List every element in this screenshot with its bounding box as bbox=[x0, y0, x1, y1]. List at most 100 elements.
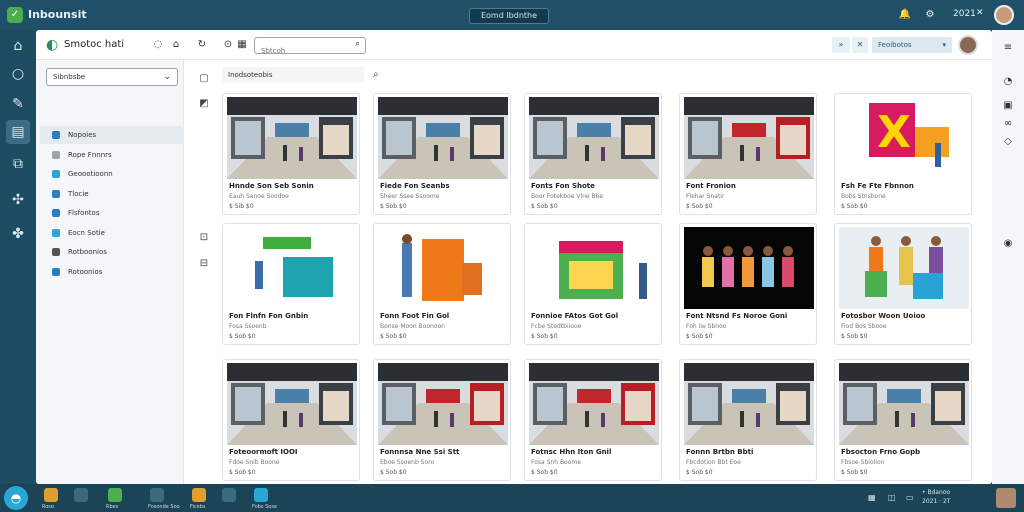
product-thumbnail[interactable] bbox=[684, 97, 814, 179]
sidebar-item[interactable]: Flsfontos bbox=[40, 204, 184, 222]
settings-icon[interactable]: ⚙ bbox=[922, 7, 938, 23]
product-card[interactable]: Fonnioe FAtos Got Gol Fcbe Stedtbiiooe $ S… bbox=[524, 223, 662, 345]
product-title[interactable]: Font Ntsnd Fs Noroe Goni bbox=[686, 312, 787, 320]
product-title[interactable]: Fbsocton Frno Gopb bbox=[841, 448, 920, 456]
sidebar-item[interactable]: Rotoonios bbox=[40, 263, 184, 281]
breadcrumb[interactable]: Inodsoteobis bbox=[222, 67, 364, 83]
product-title[interactable]: Fiede Fon Seanbs bbox=[380, 182, 450, 190]
product-card[interactable]: Font Ntsnd Fs Noroe Goni Foh Iie Sbnoo $ S… bbox=[679, 223, 817, 345]
product-thumbnail[interactable] bbox=[839, 227, 969, 309]
network-icon[interactable]: ✣ bbox=[6, 188, 30, 212]
product-card[interactable]: Fiede Fon Seanbs Sheer Ssee Ssoome $ Sob $… bbox=[373, 93, 511, 215]
product-title[interactable]: Fonnioe FAtos Got Gol bbox=[531, 312, 618, 320]
gauge-icon[interactable]: ◔ bbox=[1002, 76, 1014, 88]
search-icon[interactable]: ⌕ bbox=[355, 39, 360, 49]
close-panel-button[interactable]: ✕ bbox=[852, 37, 868, 53]
product-thumbnail[interactable]: X bbox=[839, 97, 969, 179]
product-card[interactable]: Fonnnsa Nne Ssi Stt Eboe Ssoenb Soro $ Sob… bbox=[373, 359, 511, 481]
product-thumbnail[interactable] bbox=[529, 97, 659, 179]
product-thumbnail[interactable] bbox=[684, 363, 814, 445]
help-icon[interactable]: ◉ bbox=[1002, 238, 1014, 250]
product-title[interactable]: Fon Flnfn Fon Gnbin bbox=[229, 312, 308, 320]
bookmark-icon[interactable]: ⌂ bbox=[170, 39, 182, 51]
taskbar-app-icon[interactable] bbox=[254, 488, 268, 502]
product-title[interactable]: Fonts Fon Shote bbox=[531, 182, 595, 190]
filter-select[interactable]: Feoibotos ▾ bbox=[872, 37, 952, 53]
tag-icon[interactable]: ◇ bbox=[1002, 136, 1014, 148]
circle-icon[interactable]: ○ bbox=[6, 62, 30, 86]
product-card[interactable]: X Fsh Fe Fte Fbnnon Bobs Stnsbone $ Sob $0 bbox=[834, 93, 972, 215]
product-title[interactable]: Fonnnsa Nne Ssi Stt bbox=[380, 448, 459, 456]
taskbar-app-icon[interactable] bbox=[150, 488, 164, 502]
product-thumbnail[interactable] bbox=[227, 97, 357, 179]
link-icon[interactable]: ∞ bbox=[1002, 118, 1014, 130]
home-icon[interactable]: ⌂ bbox=[6, 34, 30, 58]
taskbar-app-icon[interactable] bbox=[44, 488, 58, 502]
product-title[interactable]: Foteoormoft IOOI bbox=[229, 448, 298, 456]
image-icon[interactable]: ⊟ bbox=[198, 258, 210, 270]
search-input[interactable] bbox=[255, 43, 345, 59]
product-thumbnail[interactable] bbox=[529, 227, 659, 309]
product-card[interactable]: Foteoormoft IOOI Fdoe Snib Boone $ Sob $0 bbox=[222, 359, 360, 481]
product-title[interactable]: Fotnsc Hhn Iton Gnil bbox=[531, 448, 611, 456]
product-thumbnail[interactable] bbox=[684, 227, 814, 309]
grid-icon[interactable]: ▦ bbox=[236, 39, 248, 51]
product-card[interactable]: Font Fronion Flehar Snatir $ Sob $0 bbox=[679, 93, 817, 215]
avatar[interactable] bbox=[994, 5, 1014, 25]
layers-icon[interactable]: ⧉ bbox=[6, 152, 30, 176]
tray-battery-icon[interactable]: ▭ bbox=[906, 493, 914, 502]
product-thumbnail[interactable] bbox=[378, 363, 508, 445]
document-icon[interactable]: ▤ bbox=[6, 120, 30, 144]
tray-grid-icon[interactable]: ▦ bbox=[868, 493, 876, 502]
product-title[interactable]: Hnnde Son Seb Sonin bbox=[229, 182, 314, 190]
close-icon[interactable]: ✕ bbox=[976, 8, 984, 18]
product-thumbnail[interactable] bbox=[378, 227, 508, 309]
product-title[interactable]: Fonn Foot Fin Gol bbox=[380, 312, 449, 320]
product-title[interactable]: Font Fronion bbox=[686, 182, 736, 190]
page-icon[interactable]: ▢ bbox=[198, 73, 210, 85]
message-icon[interactable]: ▣ bbox=[1002, 100, 1014, 112]
product-card[interactable]: Fonts Fon Shote Boor Fotekboe Vlne Bbe $ S… bbox=[524, 93, 662, 215]
refresh-icon[interactable]: ◌ bbox=[152, 39, 164, 51]
taskbar-avatar[interactable] bbox=[996, 488, 1016, 508]
product-title[interactable]: Fsh Fe Fte Fbnnon bbox=[841, 182, 914, 190]
product-thumbnail[interactable] bbox=[529, 363, 659, 445]
sidebar-item[interactable]: Eocn Sotie bbox=[40, 224, 184, 242]
product-thumbnail[interactable] bbox=[227, 363, 357, 445]
taskbar-app-icon[interactable] bbox=[222, 488, 236, 502]
history-icon[interactable]: ↻ bbox=[196, 39, 208, 51]
sidebar-item[interactable]: Geoootioonn bbox=[40, 165, 184, 183]
product-thumbnail[interactable] bbox=[839, 363, 969, 445]
sidebar-dropdown[interactable]: Sibnbsbe ⌄ bbox=[46, 68, 178, 86]
taskbar-app-icon[interactable] bbox=[192, 488, 206, 502]
link-icon[interactable]: ⊙ bbox=[222, 39, 234, 51]
sidebar-item[interactable]: Rotboonios bbox=[40, 243, 184, 261]
product-card[interactable]: Fotnsc Hhn Iton Gnil Fosa Snh Boome $ Sob … bbox=[524, 359, 662, 481]
notification-icon[interactable]: 🔔 bbox=[897, 7, 913, 23]
center-title-pill[interactable]: Eomd Ibdnthe bbox=[469, 8, 549, 24]
app-logo-icon[interactable]: ✓ bbox=[7, 7, 23, 23]
pen-icon[interactable]: ✎ bbox=[6, 92, 30, 116]
menu-icon[interactable]: ≡ bbox=[1002, 42, 1014, 54]
edit-icon[interactable]: ◩ bbox=[198, 98, 210, 110]
product-thumbnail[interactable] bbox=[378, 97, 508, 179]
product-card[interactable]: Fon Flnfn Fon Gnbin Fosa Ssoenb $ Sob $0 bbox=[222, 223, 360, 345]
add-icon[interactable]: ⊡ bbox=[198, 232, 210, 244]
puzzle-icon[interactable]: ✤ bbox=[6, 222, 30, 246]
product-title[interactable]: Fonnn Brtbn Bbti bbox=[686, 448, 753, 456]
product-card[interactable]: Fbsocton Frno Gopb Fbsoe Sbiolion $ Sob $0 bbox=[834, 359, 972, 481]
window-avatar[interactable] bbox=[958, 35, 978, 55]
product-card[interactable]: Fonn Foot Fin Gol Bonse Moon Boonoon $ Sob… bbox=[373, 223, 511, 345]
zoom-search-icon[interactable]: ⌕ bbox=[373, 69, 379, 80]
sidebar-item[interactable]: Rope Fnnnrs bbox=[40, 146, 184, 164]
product-card[interactable]: Fotosbor Woon Uoioo Fiod Bos Sbooe $ Sob $… bbox=[834, 223, 972, 345]
sidebar-item[interactable]: Nopoies bbox=[40, 126, 184, 144]
taskbar-app-icon[interactable] bbox=[108, 488, 122, 502]
tray-network-icon[interactable]: ◫ bbox=[888, 493, 896, 502]
taskbar-app-icon[interactable] bbox=[74, 488, 88, 502]
product-thumbnail[interactable] bbox=[227, 227, 357, 309]
product-card[interactable]: Hnnde Son Seb Sonin Eauh Sanoe Soodoe $ Si… bbox=[222, 93, 360, 215]
forward-button[interactable]: » bbox=[832, 37, 850, 53]
sidebar-item[interactable]: Tlocie bbox=[40, 185, 184, 203]
start-icon[interactable]: ◓ bbox=[4, 486, 28, 510]
